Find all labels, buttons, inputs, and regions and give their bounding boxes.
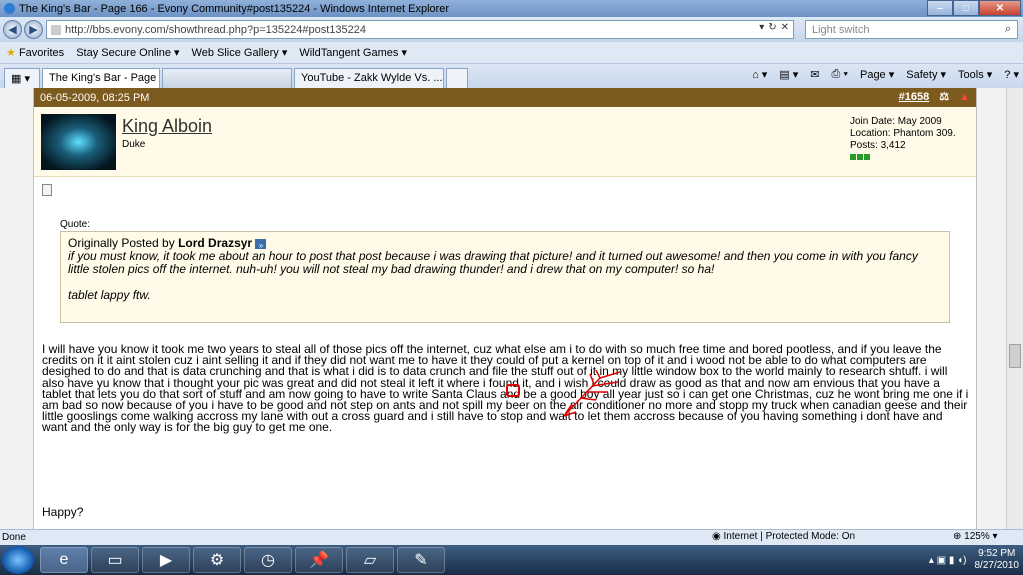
clock-date: 8/27/2010 (974, 560, 1020, 571)
dropdown-icon[interactable]: ▾ (759, 22, 764, 33)
search-icon[interactable]: ⌕ (1005, 23, 1011, 36)
search-placeholder: Light switch (812, 23, 870, 36)
zoom-level[interactable]: ⊕ 125% ▾ (953, 531, 998, 542)
star-icon: ★ (6, 47, 16, 59)
user-info-box: King Alboin Duke Join Date: May 2009 Loc… (34, 107, 976, 177)
quote-author: Lord Drazsyr (178, 236, 253, 250)
feeds-icon[interactable]: ▤ ▾ (779, 68, 798, 81)
status-bar: Done ◉ Internet | Protected Mode: On ⊕ 1… (0, 529, 1023, 545)
notes-taskbar-icon[interactable]: ▱ (346, 547, 394, 573)
tab-kings-bar[interactable]: The King's Bar - Page 1... (42, 68, 160, 88)
start-button[interactable] (2, 546, 34, 574)
site-favicon-icon (51, 24, 61, 35)
report-icon[interactable]: ▲ (959, 91, 970, 103)
tools-menu[interactable]: Tools ▾ (958, 68, 992, 81)
home-icon[interactable]: ⌂ ▾ (752, 68, 767, 81)
tab-bar: ▦ ▾ The King's Bar - Page 1... YouTube -… (0, 64, 1023, 88)
post-icon (42, 184, 52, 196)
refresh-icon[interactable]: ↻ (768, 22, 776, 33)
gear-taskbar-icon[interactable]: ⚙ (193, 547, 241, 573)
forum-post: 06-05-2009, 08:25 PM #1658 ⚖ ▲ King Albo… (33, 88, 977, 529)
location: Location: Phantom 309. (850, 128, 956, 139)
red-arrow-annotation (563, 370, 621, 417)
taskbar: e ▭ ▶ ⚙ ◷ 📌 ▱ ✎ ▴ ▣ ▮ ◖) 9:52 PM 8/27/20… (0, 545, 1023, 575)
avatar (41, 114, 116, 170)
post-number-link[interactable]: #1658 (899, 91, 930, 103)
join-date: Join Date: May 2009 (850, 116, 942, 127)
window-title: The King's Bar - Page 166 - Evony Commun… (19, 2, 450, 15)
scale-icon[interactable]: ⚖ (939, 90, 949, 103)
back-button[interactable]: ◀ (3, 20, 22, 39)
view-post-icon[interactable]: » (255, 238, 267, 250)
forward-button[interactable]: ▶ (24, 20, 43, 39)
window-titlebar: The King's Bar - Page 166 - Evony Commun… (0, 0, 1023, 17)
safety-menu[interactable]: Safety ▾ (906, 68, 946, 81)
tab-obscured[interactable] (162, 68, 292, 88)
username-link[interactable]: King Alboin (122, 116, 212, 137)
gimp-taskbar-icon[interactable]: ✎ (397, 547, 445, 573)
post-header: 06-05-2009, 08:25 PM #1658 ⚖ ▲ (34, 88, 976, 107)
window-controls: – □ ✕ (927, 0, 1021, 16)
tray-icons[interactable]: ▴ ▣ ▮ ◖) (929, 555, 967, 566)
new-tab-button[interactable] (446, 68, 468, 88)
page-content: 06-05-2009, 08:25 PM #1658 ⚖ ▲ King Albo… (0, 88, 1006, 529)
zoom-icon: ⊕ (953, 531, 962, 542)
user-title: Duke (122, 139, 146, 150)
security-zone[interactable]: ◉ Internet | Protected Mode: On (712, 531, 855, 542)
clock-time: 9:52 PM (978, 548, 1016, 559)
address-bar: ◀ ▶ http://bbs.evony.com/showthread.php?… (0, 17, 1023, 42)
stop-icon[interactable]: ✕ (781, 22, 789, 33)
page-menu[interactable]: Page ▾ (860, 68, 894, 81)
scrollbar-thumb[interactable] (1009, 344, 1021, 368)
post-count: Posts: 3,412 (850, 140, 906, 151)
quote-signature: tablet lappy ftw. (68, 288, 151, 302)
favorites-item-web-slice[interactable]: Web Slice Gallery ▾ (192, 46, 288, 59)
mail-icon[interactable]: ✉ (810, 68, 819, 81)
post-date: 06-05-2009, 08:25 PM (40, 91, 150, 104)
explorer-taskbar-icon[interactable]: ▭ (91, 547, 139, 573)
red-circle-annotation (506, 384, 520, 397)
vertical-scrollbar[interactable] (1006, 88, 1023, 529)
clock-taskbar-icon[interactable]: ◷ (244, 547, 292, 573)
print-icon[interactable]: ⎙ ▾ (832, 68, 848, 81)
favorites-button[interactable]: ★ Favorites (6, 46, 64, 59)
quick-tabs-button[interactable]: ▦ ▾ (4, 68, 40, 88)
favorites-bar: ★ Favorites Stay Secure Online ▾ Web Sli… (0, 42, 1023, 64)
search-input[interactable]: Light switch ⌕ (805, 20, 1018, 39)
help-icon[interactable]: ? ▾ (1004, 68, 1019, 81)
tab-youtube[interactable]: YouTube - Zakk Wylde Vs. ... (294, 68, 444, 88)
reputation-bar (850, 154, 956, 160)
command-bar: ⌂ ▾ ▤ ▾ ✉ ⎙ ▾ Page ▾ Safety ▾ Tools ▾ ? … (752, 68, 1019, 81)
user-details: Join Date: May 2009 Location: Phantom 30… (850, 116, 956, 160)
system-tray: ▴ ▣ ▮ ◖) 9:52 PM 8/27/2010 (929, 547, 1019, 573)
clock[interactable]: 9:52 PM 8/27/2010 (975, 548, 1020, 572)
url-input[interactable]: http://bbs.evony.com/showthread.php?p=13… (46, 20, 794, 39)
url-text: http://bbs.evony.com/showthread.php?p=13… (65, 23, 366, 36)
close-window-button[interactable]: ✕ (979, 0, 1021, 16)
ie-taskbar-icon[interactable]: e (40, 547, 88, 573)
quote-text: if you must know, it took me about an ho… (68, 249, 918, 276)
post-closing: Happy? (42, 505, 84, 519)
pin-taskbar-icon[interactable]: 📌 (295, 547, 343, 573)
quote-label: Quote: (60, 219, 91, 230)
favorites-item-stay-secure[interactable]: Stay Secure Online ▾ (76, 46, 179, 59)
globe-icon: ◉ (712, 531, 721, 542)
media-taskbar-icon[interactable]: ▶ (142, 547, 190, 573)
status-text: Done (2, 532, 26, 543)
maximize-button[interactable]: □ (953, 0, 979, 16)
ie-icon (4, 3, 15, 14)
quote-box: Originally Posted by Lord Drazsyr » if y… (60, 231, 950, 323)
minimize-button[interactable]: – (927, 0, 953, 16)
favorites-item-wildtangent[interactable]: WildTangent Games ▾ (299, 46, 407, 59)
